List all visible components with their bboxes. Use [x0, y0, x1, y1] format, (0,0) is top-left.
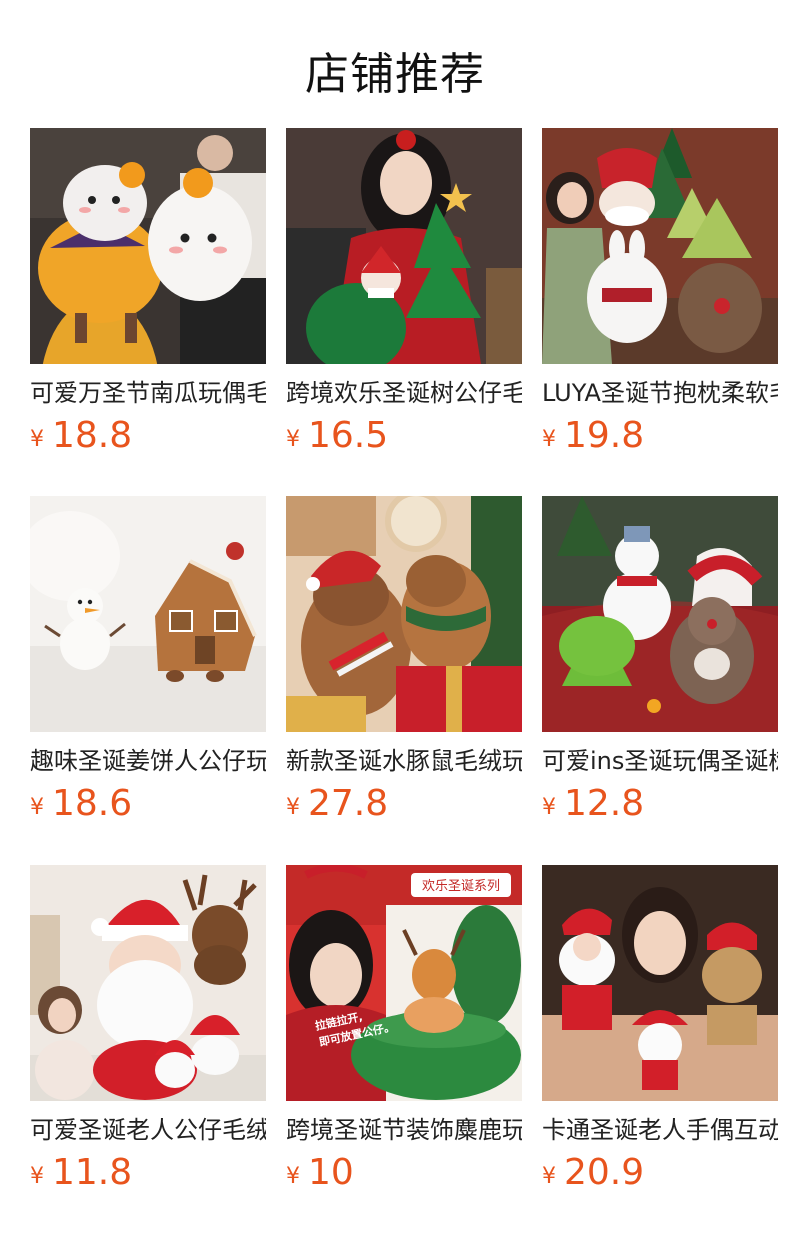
currency-symbol: ¥: [542, 1164, 556, 1189]
product-card[interactable]: 可爱ins圣诞玩偶圣诞树 ¥12.8: [542, 496, 778, 836]
product-image-hand-puppets[interactable]: [542, 865, 778, 1101]
banner-tag-text: 欢乐圣诞系列: [422, 879, 500, 894]
price-value: 18.8: [52, 415, 133, 456]
currency-symbol: ¥: [286, 795, 300, 820]
price-value: 19.8: [564, 415, 645, 456]
product-price: ¥10: [286, 1152, 354, 1193]
price-value: 10: [308, 1152, 354, 1193]
product-image-snowman-tree-set[interactable]: [542, 496, 778, 732]
price-value: 18.6: [52, 783, 133, 824]
price-value: 16.5: [308, 415, 389, 456]
product-card[interactable]: 可爱万圣节南瓜玩偶毛绒 ¥18.8: [30, 128, 266, 468]
product-price: ¥12.8: [542, 783, 644, 824]
currency-symbol: ¥: [30, 1164, 44, 1189]
product-image-reindeer-stump[interactable]: 欢乐圣诞系列 拉链拉开, 即可放置公仔。: [286, 865, 522, 1101]
currency-symbol: ¥: [30, 795, 44, 820]
price-value: 12.8: [564, 783, 645, 824]
product-image-santa-set[interactable]: [30, 865, 266, 1101]
product-price: ¥18.8: [30, 415, 132, 456]
currency-symbol: ¥: [542, 427, 556, 452]
product-price: ¥20.9: [542, 1152, 644, 1193]
product-name[interactable]: 卡通圣诞老人手偶互动: [542, 1114, 778, 1146]
product-card[interactable]: 欢乐圣诞系列 拉链拉开, 即可放置公仔。 跨境圣诞节装饰麋鹿玩偶 ¥10: [286, 865, 522, 1205]
product-price: ¥16.5: [286, 415, 388, 456]
product-name[interactable]: 新款圣诞水豚鼠毛绒玩具: [286, 745, 522, 777]
product-name[interactable]: LUYA圣诞节抱枕柔软毛绒: [542, 377, 778, 409]
product-card[interactable]: 卡通圣诞老人手偶互动 ¥20.9: [542, 865, 778, 1205]
product-name[interactable]: 趣味圣诞姜饼人公仔玩偶: [30, 745, 266, 777]
product-card[interactable]: LUYA圣诞节抱枕柔软毛绒 ¥19.8: [542, 128, 778, 468]
product-image-gingerbread-house[interactable]: [30, 496, 266, 732]
product-card[interactable]: 可爱圣诞老人公仔毛绒玩 ¥11.8: [30, 865, 266, 1205]
product-image-pumpkin-ghost[interactable]: [30, 128, 266, 364]
product-name[interactable]: 跨境欢乐圣诞树公仔毛绒: [286, 377, 522, 409]
price-value: 20.9: [564, 1152, 645, 1193]
product-price: ¥18.6: [30, 783, 132, 824]
product-image-pillow-set[interactable]: [542, 128, 778, 364]
currency-symbol: ¥: [542, 795, 556, 820]
product-price: ¥19.8: [542, 415, 644, 456]
product-name[interactable]: 可爱万圣节南瓜玩偶毛绒: [30, 377, 266, 409]
product-price: ¥11.8: [30, 1152, 132, 1193]
product-price: ¥27.8: [286, 783, 388, 824]
product-image-christmas-tree[interactable]: [286, 128, 522, 364]
product-name[interactable]: 可爱圣诞老人公仔毛绒玩: [30, 1114, 266, 1146]
product-card[interactable]: 跨境欢乐圣诞树公仔毛绒 ¥16.5: [286, 128, 522, 468]
product-name[interactable]: 跨境圣诞节装饰麋鹿玩偶: [286, 1114, 522, 1146]
price-value: 27.8: [308, 783, 389, 824]
currency-symbol: ¥: [286, 1164, 300, 1189]
product-image-capybara[interactable]: [286, 496, 522, 732]
product-card[interactable]: 趣味圣诞姜饼人公仔玩偶 ¥18.6: [30, 496, 266, 836]
product-card[interactable]: 新款圣诞水豚鼠毛绒玩具 ¥27.8: [286, 496, 522, 836]
page-title: 店铺推荐: [305, 49, 485, 100]
product-name[interactable]: 可爱ins圣诞玩偶圣诞树: [542, 745, 778, 777]
currency-symbol: ¥: [30, 427, 44, 452]
price-value: 11.8: [52, 1152, 133, 1193]
currency-symbol: ¥: [286, 427, 300, 452]
